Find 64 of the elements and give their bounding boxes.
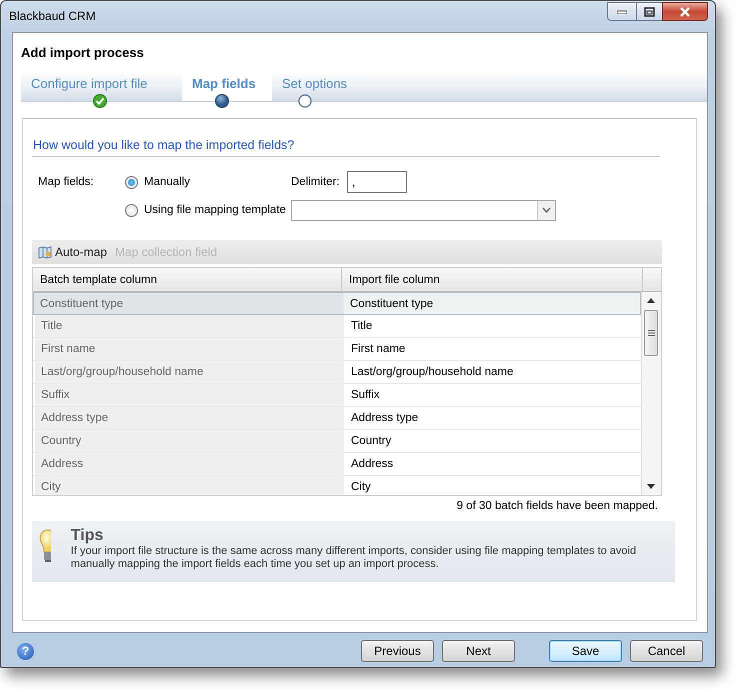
- scroll-bar[interactable]: [641, 292, 661, 495]
- dialog-button[interactable]: Cancel: [630, 640, 703, 662]
- map-icon: [38, 246, 52, 258]
- table-row[interactable]: Last/org/group/household name Last/org/group/household name: [33, 361, 642, 384]
- table-row[interactable]: Address Address: [33, 453, 642, 476]
- table-cell[interactable]: Address type: [345, 407, 642, 429]
- scroll-down-icon[interactable]: [647, 484, 656, 489]
- delimiter-field[interactable]: ,: [347, 171, 407, 193]
- radio-button[interactable]: [125, 176, 138, 188]
- table-row[interactable]: Address type Address type: [33, 407, 642, 430]
- table-cell: Title: [35, 315, 344, 337]
- radio-option[interactable]: Using file mapping template: [125, 204, 291, 216]
- close-button[interactable]: [662, 2, 708, 21]
- table-cell: Address: [35, 453, 344, 475]
- table-row[interactable]: Title Title: [33, 315, 642, 338]
- dialog-button[interactable]: Previous: [361, 640, 434, 662]
- table-row[interactable]: Country Country: [33, 430, 642, 453]
- table-cell: Country: [35, 430, 344, 452]
- chevron-down-icon: [542, 207, 551, 213]
- scroll-up-icon[interactable]: [647, 298, 656, 303]
- table-cell[interactable]: Address: [345, 453, 642, 475]
- radio-label: Manually: [144, 176, 190, 188]
- table-cell[interactable]: First name: [345, 338, 642, 360]
- status-text: 9 of 30 batch fields have been mapped.: [456, 499, 658, 512]
- restore-button[interactable]: [636, 2, 662, 21]
- table-cell: Address type: [35, 407, 344, 429]
- tips-title: Tips: [70, 527, 104, 544]
- table-row[interactable]: Suffix Suffix: [33, 384, 642, 407]
- table-row[interactable]: City City: [33, 476, 642, 495]
- restore-icon: [644, 6, 655, 16]
- tips-text: If your import file structure is the same across many different imports, consider using file mapping templates to avoid manually mapping the import fields each time you set up an import process.: [70, 545, 638, 571]
- field-label: Delimiter:: [291, 176, 341, 188]
- minimize-button[interactable]: [607, 2, 636, 21]
- radio-label: Using file mapping template: [144, 204, 286, 216]
- window-title: Blackbaud CRM: [8, 8, 97, 23]
- dialog-button[interactable]: Next: [442, 640, 515, 662]
- dialog-title: Add import process: [21, 44, 145, 62]
- table-cell[interactable]: Constituent type: [344, 293, 640, 314]
- table-row[interactable]: First name First name: [33, 338, 642, 361]
- empty-circle-icon: [298, 94, 312, 108]
- table-cell[interactable]: Suffix: [345, 384, 642, 406]
- column-header[interactable]: Import file column: [342, 268, 643, 291]
- dialog-button[interactable]: Save: [549, 640, 622, 662]
- radio-option[interactable]: Manually: [125, 176, 291, 188]
- minimize-icon: [617, 10, 627, 14]
- table-cell: First name: [35, 338, 344, 360]
- column-header[interactable]: Batch template column: [33, 268, 342, 291]
- table-cell: City: [35, 476, 344, 495]
- field-label: Map fields:: [38, 176, 95, 188]
- table-cell[interactable]: City: [345, 476, 642, 495]
- toolbar-button[interactable]: Auto-map: [38, 245, 108, 259]
- table-cell: Suffix: [35, 384, 344, 406]
- scroll-thumb[interactable]: [644, 310, 658, 356]
- section-heading: How would you like to map the imported fields?: [32, 119, 660, 157]
- table-cell: Last/org/group/household name: [35, 361, 344, 383]
- table-cell[interactable]: Country: [345, 430, 642, 452]
- table-cell: Constituent type: [34, 293, 343, 314]
- filled-circle-icon: [215, 94, 229, 108]
- table-cell[interactable]: Title: [345, 315, 642, 337]
- radio-button[interactable]: [125, 204, 138, 216]
- check-circle-icon: [93, 94, 107, 108]
- table-cell[interactable]: Last/org/group/household name: [345, 361, 642, 383]
- close-icon: [679, 6, 691, 16]
- table-row[interactable]: Constituent type Constituent type: [33, 292, 642, 315]
